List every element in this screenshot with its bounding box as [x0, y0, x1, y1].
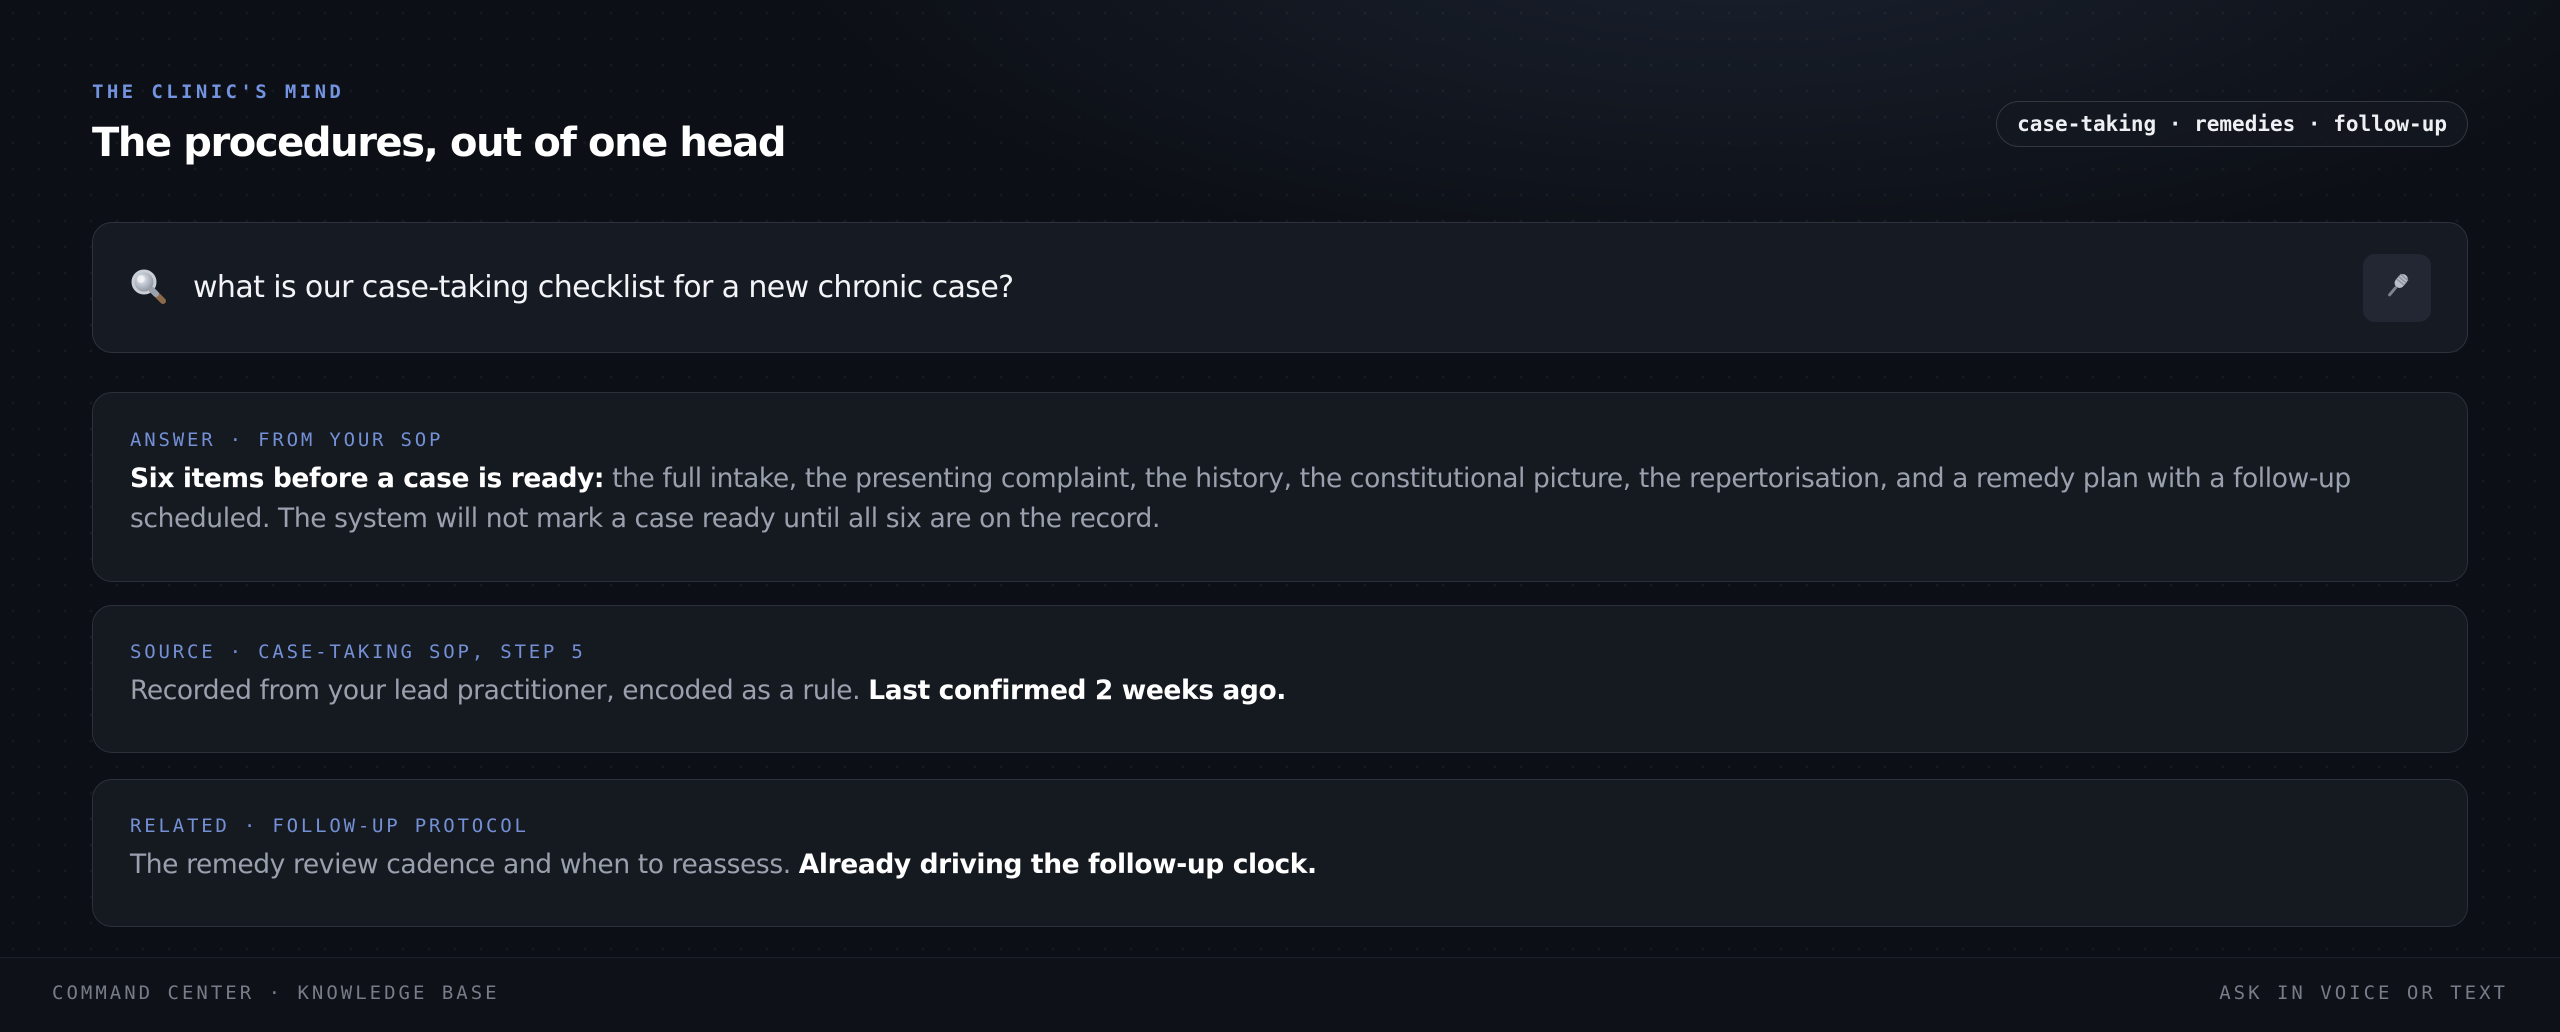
microphone-icon	[2380, 269, 2414, 307]
source-card-detail: Recorded from your lead practitioner, en…	[130, 675, 869, 706]
search-bar	[92, 222, 2468, 353]
related-card-detail: The remedy review cadence and when to re…	[130, 849, 799, 880]
source-card-label: SOURCE · CASE-TAKING SOP, STEP 5	[130, 641, 586, 663]
related-card-text: The remedy review cadence and when to re…	[130, 845, 2407, 885]
footer-bar: COMMAND CENTER · KNOWLEDGE BASE ASK IN V…	[0, 957, 2560, 1032]
section-eyebrow: THE CLINIC'S MIND	[92, 81, 345, 103]
answer-card-bold: Six items before a case is ready:	[130, 463, 605, 494]
source-card-bold: Last confirmed 2 weeks ago.	[868, 675, 1286, 706]
footer-context: COMMAND CENTER · KNOWLEDGE BASE	[52, 982, 500, 1004]
answer-card-text: Six items before a case is ready: the fu…	[130, 459, 2407, 539]
topics-chip: case-taking · remedies · follow-up	[1996, 101, 2468, 147]
search-icon	[128, 266, 170, 308]
related-card-bold: Already driving the follow-up clock.	[798, 849, 1317, 880]
search-input[interactable]	[193, 259, 2343, 315]
page-title: The procedures, out of one head	[92, 120, 786, 166]
related-card[interactable]: RELATED · FOLLOW-UP PROTOCOL The remedy …	[92, 779, 2468, 927]
voice-input-button[interactable]	[2363, 254, 2431, 322]
answer-card-label: ANSWER · FROM YOUR SOP	[130, 429, 444, 451]
answer-card: ANSWER · FROM YOUR SOP Six items before …	[92, 392, 2468, 582]
footer-hint: ASK IN VOICE OR TEXT	[2219, 982, 2508, 1004]
source-card-text: Recorded from your lead practitioner, en…	[130, 671, 2407, 711]
related-card-label: RELATED · FOLLOW-UP PROTOCOL	[130, 815, 529, 837]
source-card[interactable]: SOURCE · CASE-TAKING SOP, STEP 5 Recorde…	[92, 605, 2468, 753]
